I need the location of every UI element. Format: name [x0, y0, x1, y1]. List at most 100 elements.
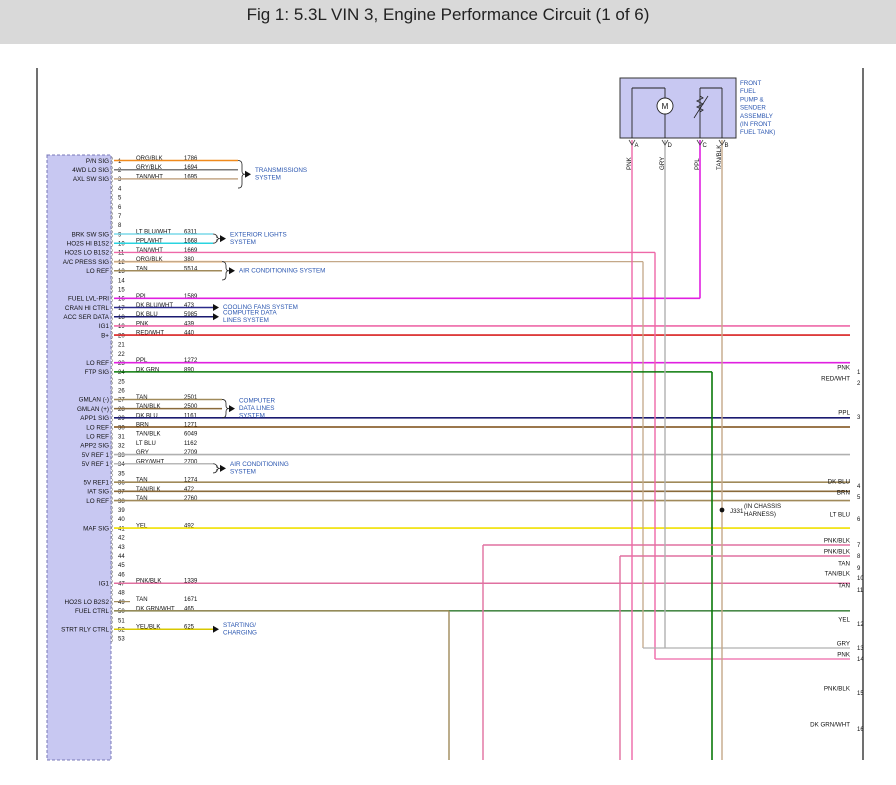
pin-connector-symbol	[110, 413, 113, 423]
reference-brace	[221, 261, 230, 281]
right-connector-number: 7	[857, 543, 861, 549]
pin-label: LO REF	[86, 360, 109, 367]
pin-label: IAT SIG	[87, 489, 109, 496]
right-connector-number: 1	[857, 370, 861, 376]
pin-number: 30	[118, 425, 125, 431]
pin-connector-symbol	[110, 193, 113, 202]
right-connector-number: 2	[857, 381, 861, 387]
pin-label: ACC SER DATA	[63, 314, 109, 321]
pin-label: IG1	[99, 581, 110, 588]
right-wire-label: PNK/BLK	[824, 686, 851, 693]
pin-number: 52	[118, 627, 125, 633]
pin-label: AXL SW SIG	[73, 176, 109, 183]
right-wire-label: PNK	[837, 652, 851, 659]
pin-connector-symbol	[110, 477, 113, 487]
pin-label: 5V REF1	[83, 479, 109, 486]
pin-number: 18	[118, 315, 125, 321]
right-connector-number: 13	[857, 646, 864, 652]
pump-assembly-label: PUMP &	[740, 96, 764, 103]
pump-assembly-label: ASSEMBLY	[740, 113, 773, 120]
reference-arrow-icon	[220, 235, 226, 243]
pin-number: 32	[118, 444, 125, 450]
reference-label: TRANSMISSIONS	[255, 167, 307, 174]
reference-arrow-icon	[213, 625, 219, 633]
pin-number: 34	[118, 462, 125, 468]
reference-label: CHARGING	[223, 629, 257, 636]
pump-assembly-label: (IN FRONT	[740, 121, 771, 128]
pin-connector-symbol	[110, 523, 113, 533]
pin-label: A/C PRESS SIG	[63, 259, 109, 266]
splice-location-label: (IN CHASSIS	[744, 503, 781, 510]
pin-label: IG1	[99, 323, 110, 330]
right-connector-number: 16	[857, 727, 864, 733]
reference-brace	[212, 233, 221, 244]
reference-label: LINES SYSTEM	[223, 317, 269, 324]
right-wire-label: TAN/BLK	[825, 571, 851, 578]
pin-number: 16	[118, 297, 125, 303]
pin-number: 29	[118, 416, 125, 422]
right-wire-label: TAN	[838, 583, 850, 590]
pin-number: 13	[118, 269, 125, 275]
pin-number: 46	[118, 572, 125, 578]
pin-number: 1	[118, 159, 122, 165]
pin-label: LO REF	[86, 424, 109, 431]
pin-number: 45	[118, 563, 125, 569]
pin-label: 5V REF 1	[82, 452, 110, 459]
pin-label: FUEL LVL-PRI	[68, 296, 109, 303]
right-wire-label: DK GRN/WHT	[810, 722, 850, 729]
pin-label: BRK SW SIG	[72, 231, 110, 238]
pin-number: 21	[118, 343, 125, 349]
pin-number: 22	[118, 352, 125, 358]
pin-number: 53	[118, 637, 125, 643]
pin-connector-symbol	[110, 422, 113, 432]
pump-terminal-pin: C	[703, 143, 708, 149]
right-connector-number: 14	[857, 657, 864, 663]
pin-number: 39	[118, 508, 125, 514]
reference-label: EXTERIOR LIGHTS	[230, 231, 287, 238]
pin-number: 14	[118, 278, 125, 284]
pin-label: STRT RLY CTRL	[61, 626, 109, 633]
right-wire-label: TAN	[838, 561, 850, 568]
right-wire-label: DK BLU	[828, 479, 850, 486]
pin-connector-symbol	[110, 367, 113, 377]
circuit-number: 1162	[184, 441, 198, 447]
right-wire-label: GRY	[837, 641, 850, 648]
pin-number: 27	[118, 398, 125, 404]
pin-number: 25	[118, 379, 125, 385]
right-wire-label: PNK	[837, 365, 851, 372]
pin-number: 19	[118, 324, 125, 330]
pin-number: 2	[118, 168, 122, 174]
reference-brace	[212, 463, 221, 474]
pin-label: APP1 SIG	[80, 415, 109, 422]
pin-label: P/N SIG	[86, 158, 109, 165]
pin-number: 5	[118, 196, 122, 202]
pin-label: B+	[101, 332, 109, 339]
pin-number: 15	[118, 287, 125, 293]
pin-number: 7	[118, 214, 122, 220]
right-wire-label: LT BLU	[830, 512, 850, 519]
splice-name: J331	[730, 508, 744, 515]
pin-number: 35	[118, 471, 125, 477]
pin-label: LO REF	[86, 268, 109, 275]
pin-connector-symbol	[110, 588, 113, 597]
pin-connector-symbol	[110, 533, 113, 542]
pump-terminal-pin: A	[635, 143, 639, 149]
pump-terminal-wire-label: PPL	[694, 158, 701, 170]
right-wire-label: RED/WHT	[821, 376, 850, 383]
right-connector-number: 10	[857, 576, 864, 582]
pump-assembly-label: FRONT	[740, 80, 762, 87]
right-connector-number: 15	[857, 691, 864, 697]
pin-connector-symbol	[110, 468, 113, 478]
right-connector-number: 12	[857, 622, 864, 628]
pin-number: 51	[118, 618, 125, 624]
pin-number: 10	[118, 242, 125, 248]
pump-assembly-label: FUEL	[740, 88, 756, 95]
pin-label: HO2S LO B2S2	[65, 599, 110, 606]
pin-number: 12	[118, 260, 125, 266]
right-connector-number: 3	[857, 415, 861, 421]
pin-number: 42	[118, 536, 125, 542]
pin-number: 17	[118, 306, 125, 312]
pin-label: HO2S HI B1S2	[67, 241, 110, 248]
pin-number: 38	[118, 499, 125, 505]
reference-brace	[221, 399, 230, 419]
